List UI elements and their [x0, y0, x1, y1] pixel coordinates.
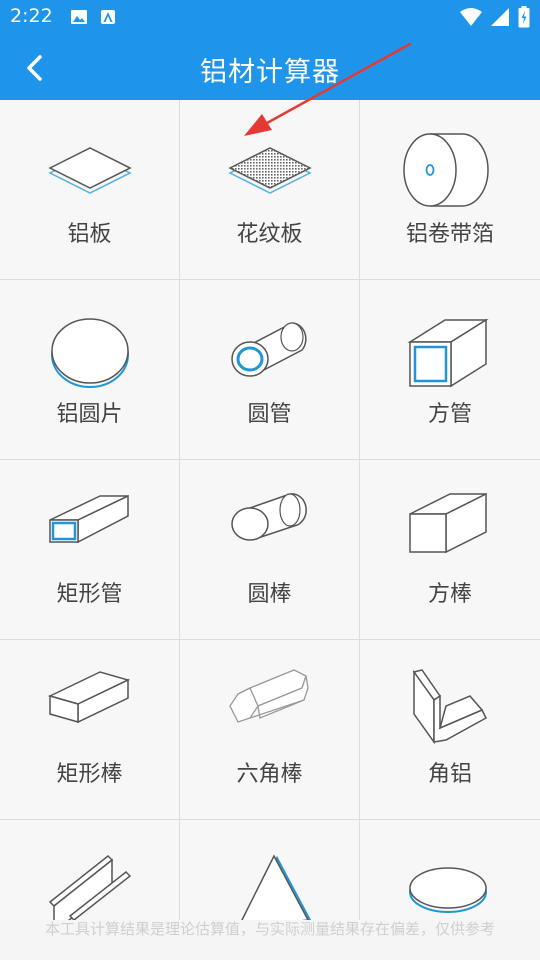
calculator-label: 铝圆片 [56, 402, 123, 427]
calculator-item-rectangular-bar[interactable]: 矩形棒 [0, 640, 180, 820]
calculator-item-ellipse-disc[interactable] [360, 820, 540, 920]
calculator-label: 矩形管 [56, 582, 123, 607]
status-bar: 2:22 [0, 0, 540, 36]
wifi-icon [460, 8, 482, 26]
triangle-icon [241, 854, 312, 920]
round-tube-icon [231, 322, 307, 377]
calculator-label: 圆棒 [247, 582, 292, 607]
calculator-label: 圆管 [247, 402, 292, 427]
rectangular-tube-icon [49, 494, 129, 544]
aluminum-plate-icon [48, 147, 132, 194]
app-notification-icon [101, 10, 115, 24]
calculator-label: 方管 [427, 402, 472, 427]
calculator-label: 铝卷带箔 [405, 222, 494, 247]
calculator-grid: 铝板 花纹板 铝卷带箔 铝圆片 圆管 方管 矩形管 圆棒 方棒 矩形棒 六角棒 … [0, 100, 540, 920]
patterned-plate-icon [228, 147, 312, 194]
image-icon [71, 10, 87, 24]
square-bar-icon [409, 492, 487, 554]
calculator-item-aluminum-disc[interactable]: 铝圆片 [0, 280, 180, 460]
ellipse-disc-icon [409, 867, 487, 913]
channel-aluminum-icon [48, 854, 132, 920]
calculator-item-patterned-plate[interactable]: 花纹板 [180, 100, 360, 280]
hexagonal-bar-icon [229, 669, 309, 723]
angle-aluminum-icon [412, 669, 487, 745]
rectangular-bar-icon [47, 671, 131, 724]
calculator-label: 矩形棒 [56, 762, 123, 787]
signal-icon [491, 8, 509, 26]
status-time: 2:22 [10, 5, 53, 27]
calculator-label: 六角棒 [236, 762, 303, 787]
calculator-item-round-bar[interactable]: 圆棒 [180, 460, 360, 640]
calculator-item-square-bar[interactable]: 方棒 [360, 460, 540, 640]
calculator-label: 花纹板 [236, 222, 303, 247]
aluminum-disc-icon [51, 318, 129, 388]
calculator-item-hexagonal-bar[interactable]: 六角棒 [180, 640, 360, 820]
calculator-item-rectangular-tube[interactable]: 矩形管 [0, 460, 180, 640]
calculator-label: 铝板 [67, 222, 112, 247]
square-tube-icon [407, 318, 489, 388]
app-bar: 铝材计算器 [0, 36, 540, 100]
round-bar-icon [231, 493, 307, 541]
calculator-label: 角铝 [427, 762, 472, 787]
calculator-label: 方棒 [427, 582, 472, 607]
calculator-item-aluminum-coil[interactable]: 铝卷带箔 [360, 100, 540, 280]
calculator-item-square-tube[interactable]: 方管 [360, 280, 540, 460]
calculator-item-aluminum-plate[interactable]: 铝板 [0, 100, 180, 280]
calculator-item-round-tube[interactable]: 圆管 [180, 280, 360, 460]
calculator-item-angle-aluminum[interactable]: 角铝 [360, 640, 540, 820]
page-title: 铝材计算器 [200, 57, 340, 88]
calculator-item-triangle[interactable] [180, 820, 360, 920]
disclaimer-text: 本工具计算结果是理论估算值，与实际测量结果存在偏差，仅供参考 [44, 920, 495, 938]
aluminum-coil-icon [403, 133, 489, 207]
calculator-item-channel-aluminum[interactable] [0, 820, 180, 920]
battery-icon [518, 6, 530, 28]
